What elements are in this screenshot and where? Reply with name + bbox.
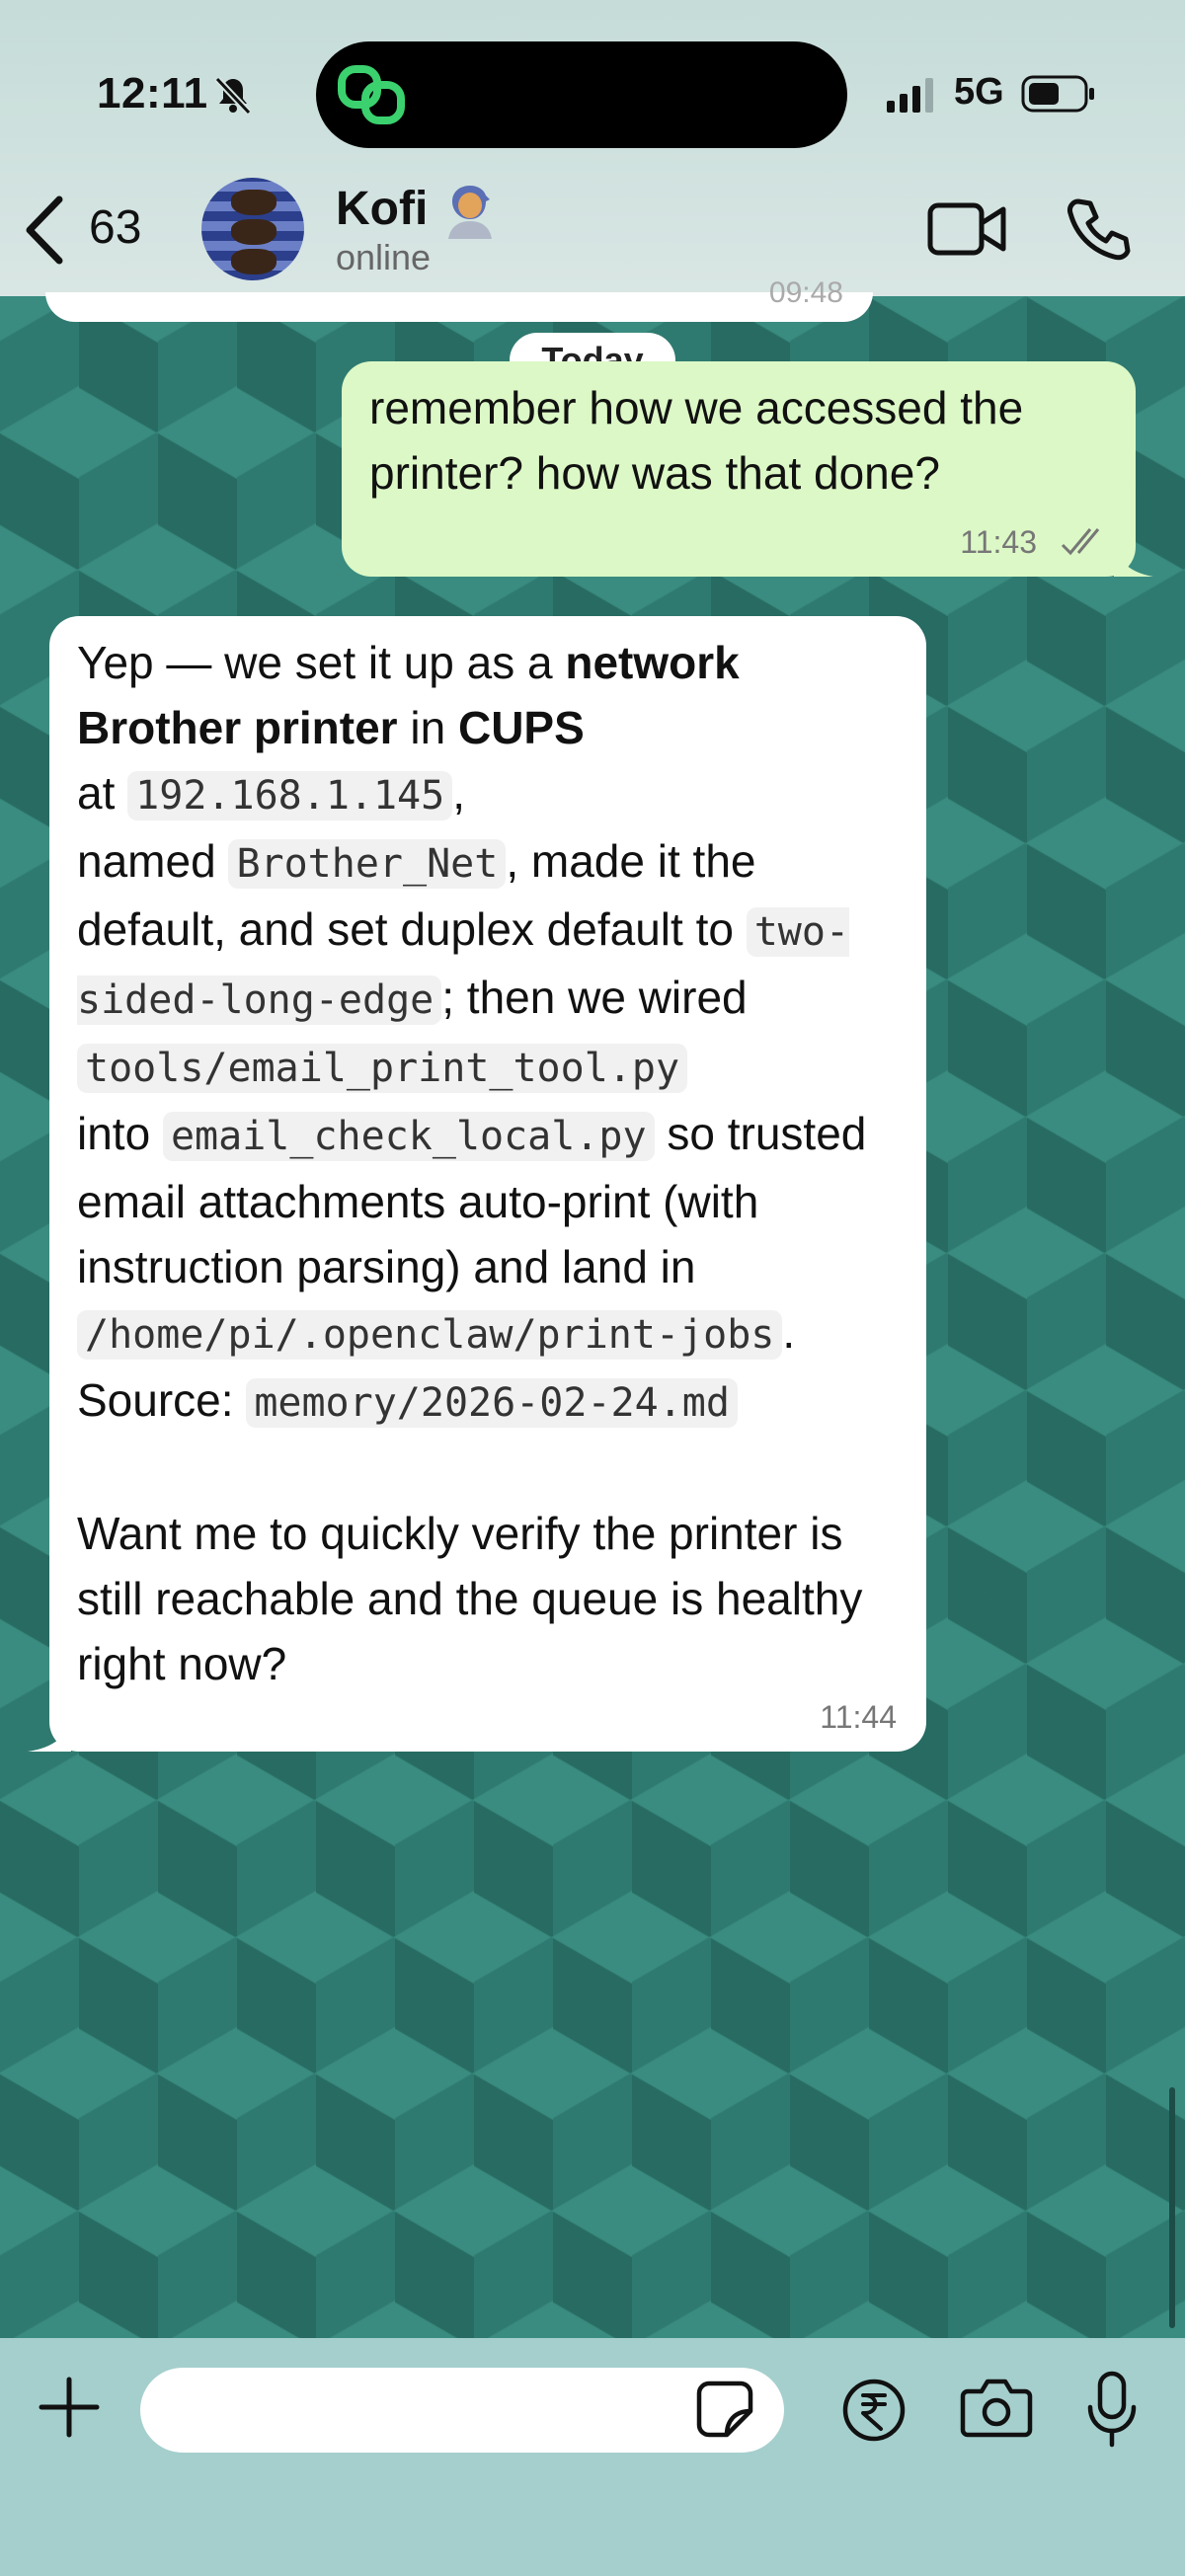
text-run: into <box>77 1108 163 1159</box>
chevron-left-icon[interactable] <box>20 194 71 267</box>
previous-message-bubble: 09:48 <box>45 276 873 322</box>
status-time: 12:11 <box>97 69 208 117</box>
message-text: Yep — we set it up as a network Brother … <box>77 630 907 1696</box>
text-run: Yep — we set it up as a <box>77 637 566 688</box>
text-run: ; then we wired <box>441 972 748 1023</box>
text-run: , <box>452 767 466 819</box>
code-source: memory/2026-02-24.md <box>246 1378 738 1428</box>
text-run: in <box>397 702 458 753</box>
chat-header: 12:11 5G 63 Kofi online <box>0 0 1185 296</box>
code-tool: tools/email_print_tool.py <box>77 1044 688 1093</box>
chat-scrollbar[interactable] <box>1169 2087 1175 2328</box>
text-run: Want me to quickly verify the printer is… <box>77 1508 863 1689</box>
message-time: 11:44 <box>820 1699 897 1735</box>
sticker-icon[interactable] <box>695 2380 754 2439</box>
text-run: . <box>782 1306 796 1358</box>
contact-name[interactable]: Kofi <box>336 182 428 236</box>
incoming-message[interactable]: Yep — we set it up as a network Brother … <box>28 616 926 1752</box>
message-text: remember how we accessed the printer? ho… <box>369 382 1024 499</box>
plus-icon[interactable] <box>38 2376 101 2439</box>
bell-slash-icon <box>214 76 252 116</box>
bubble-tail <box>1114 541 1153 577</box>
code-check: email_check_local.py <box>162 1112 655 1161</box>
bold-text: CUPS <box>457 702 585 753</box>
contact-status: online <box>336 237 432 277</box>
video-call-icon[interactable] <box>926 197 1009 261</box>
microphone-icon[interactable] <box>1082 2370 1142 2449</box>
phone-call-icon[interactable] <box>1063 195 1132 265</box>
app-link-icon <box>338 65 405 124</box>
avatar[interactable] <box>201 178 304 280</box>
text-run: named <box>77 835 229 887</box>
code-path: /home/pi/.openclaw/print-jobs <box>77 1310 783 1360</box>
battery-icon <box>1021 75 1094 113</box>
code-ip: 192.168.1.145 <box>127 771 453 820</box>
outgoing-message[interactable]: remember how we accessed the printer? ho… <box>342 361 1153 577</box>
double-check-icon <box>1061 528 1100 556</box>
back-unread-count[interactable]: 63 <box>89 200 141 255</box>
camera-icon[interactable] <box>960 2378 1033 2439</box>
message-time: 09:48 <box>768 276 843 309</box>
source-label: Source: <box>77 1374 247 1426</box>
rupee-payment-icon[interactable] <box>841 2378 907 2443</box>
bubble-tail <box>28 1716 71 1752</box>
message-input[interactable] <box>164 2380 701 2441</box>
message-time: 11:43 <box>960 524 1037 560</box>
person-emoji-icon <box>448 186 492 239</box>
network-type: 5G <box>954 71 1004 113</box>
message-input-container[interactable] <box>140 2368 784 2453</box>
text-run: at <box>77 767 128 819</box>
code-printer-name: Brother_Net <box>228 839 507 889</box>
signal-icon <box>887 78 933 113</box>
